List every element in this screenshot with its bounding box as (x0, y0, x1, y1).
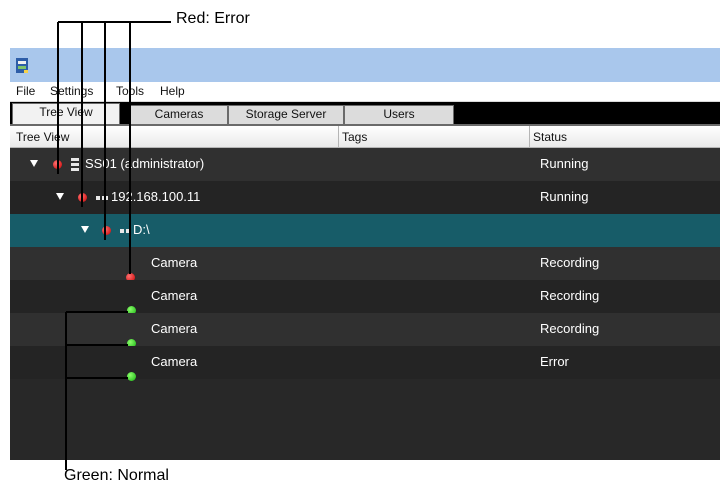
callout-lines (57, 21, 171, 470)
